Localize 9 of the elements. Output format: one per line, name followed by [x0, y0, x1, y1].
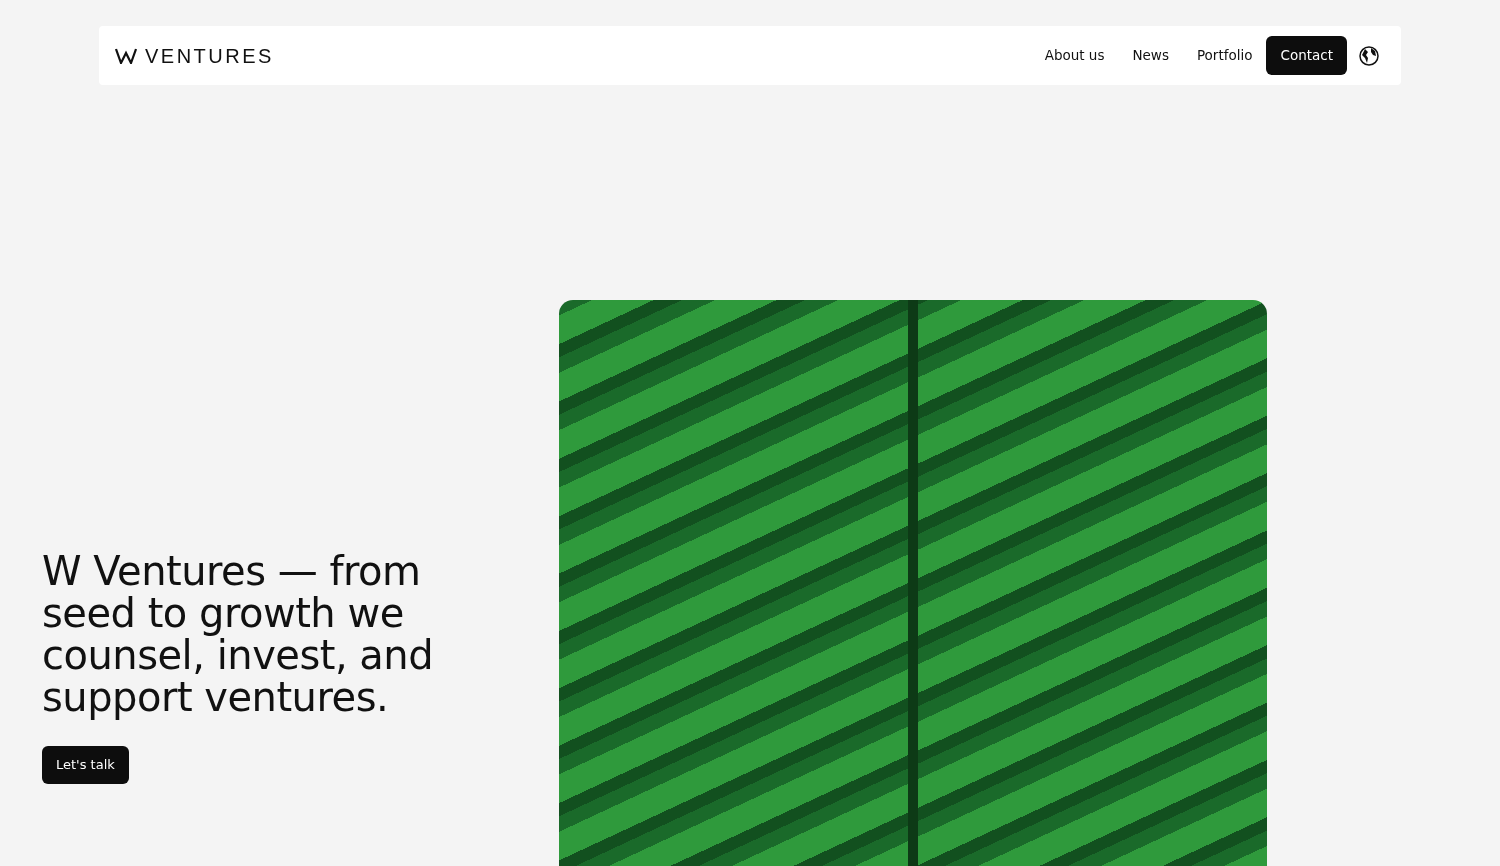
logo-icon[interactable] — [115, 47, 137, 64]
globe-icon[interactable] — [1359, 45, 1379, 66]
nav-link[interactable]: News — [1118, 37, 1183, 74]
nav-link[interactable]: About us — [1030, 37, 1119, 74]
logo-text[interactable]: VENTURES — [145, 40, 274, 71]
nav-link[interactable]: Portfolio — [1182, 37, 1267, 74]
cta-button[interactable]: Let's talk — [42, 746, 129, 784]
hero-headline: W Ventures — from seed to growth we counsel, invest, and support ventures. — [42, 550, 435, 718]
contact-button[interactable]: Contact — [1266, 36, 1347, 75]
